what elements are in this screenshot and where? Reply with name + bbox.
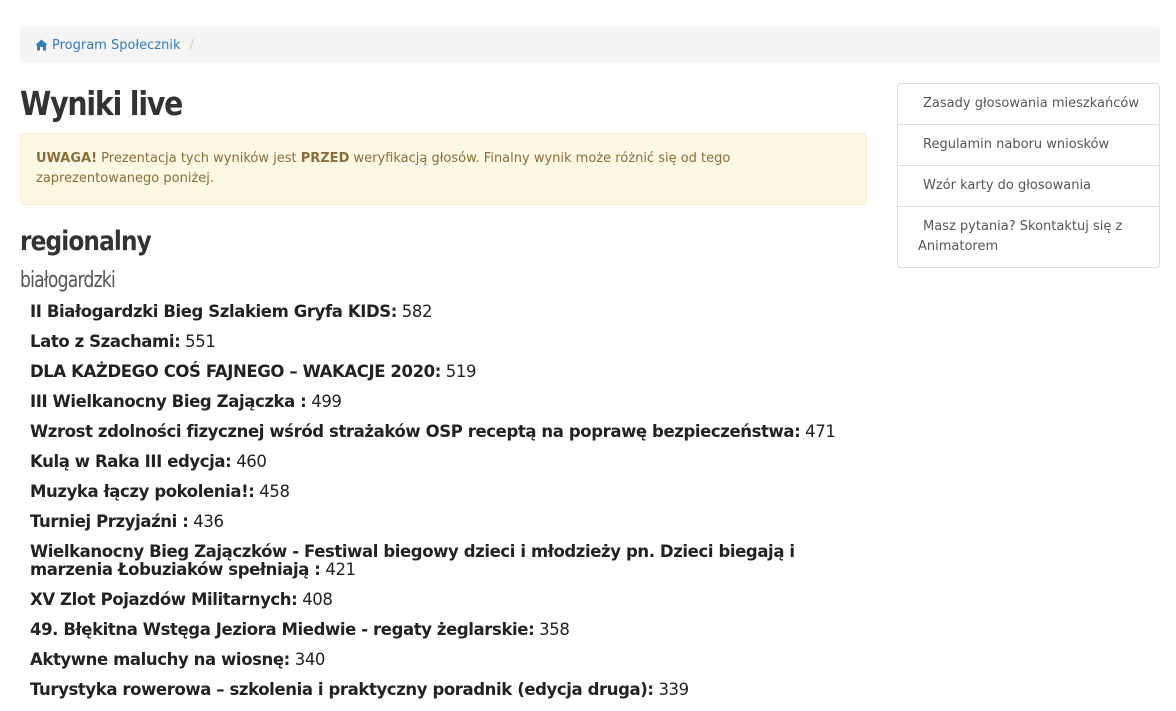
- result-item: Turniej Przyjaźni : 436: [30, 513, 867, 531]
- sidebar-item-regulamin[interactable]: Regulamin naboru wniosków: [898, 125, 1159, 166]
- results-list: II Białogardzki Bieg Szlakiem Gryfa KIDS…: [30, 303, 867, 711]
- result-name: Aktywne maluchy na wiosnę:: [30, 650, 290, 669]
- alert-text-1: Prezentacja tych wyników jest: [97, 151, 301, 166]
- result-votes: 358: [534, 620, 570, 639]
- result-item: III Wielkanocny Bieg Zajączka : 499: [30, 393, 867, 411]
- page-title: Wyniki live: [20, 84, 183, 123]
- result-name: Turystyka rowerowa – szkolenia i praktyc…: [30, 680, 654, 699]
- result-item: Aktywne maluchy na wiosnę: 340: [30, 651, 867, 669]
- result-item: Kulą w Raka III edycja: 460: [30, 453, 867, 471]
- breadcrumb-home-label[interactable]: Program Społecznik: [52, 38, 180, 53]
- result-name: Turniej Przyjaźni :: [30, 512, 189, 531]
- alert-prefix: UWAGA!: [36, 151, 98, 166]
- result-name: Kulą w Raka III edycja:: [30, 452, 232, 471]
- breadcrumb-separator: /: [189, 37, 194, 53]
- sidebar-item-label[interactable]: Regulamin naboru wniosków: [918, 137, 1109, 152]
- sidebar-item-label[interactable]: Masz pytania? Skontaktuj się z Animatore…: [918, 219, 1122, 254]
- result-item: Turystyka rowerowa – szkolenia i praktyc…: [30, 681, 867, 699]
- result-item: Lato z Szachami: 551: [30, 333, 867, 351]
- sidebar-item-kontakt[interactable]: Masz pytania? Skontaktuj się z Animatore…: [898, 207, 1159, 267]
- result-item: Wzrost zdolności fizycznej wśród strażak…: [30, 423, 867, 441]
- result-item: DLA KAŻDEGO COŚ FAJNEGO – WAKACJE 2020: …: [30, 363, 867, 381]
- sidebar-item-label[interactable]: Wzór karty do głosowania: [918, 178, 1091, 193]
- result-name: Muzyka łączy pokolenia!:: [30, 482, 255, 501]
- home-icon: [35, 39, 48, 51]
- warning-alert: UWAGA! Prezentacja tych wyników jest PRZ…: [20, 133, 867, 205]
- category-heading: regionalny: [20, 226, 152, 257]
- result-votes: 551: [180, 332, 216, 351]
- result-votes: 408: [297, 590, 333, 609]
- result-item: II Białogardzki Bieg Szlakiem Gryfa KIDS…: [30, 303, 867, 321]
- result-name: DLA KAŻDEGO COŚ FAJNEGO – WAKACJE 2020:: [30, 362, 441, 381]
- result-item: XV Zlot Pojazdów Militarnych: 408: [30, 591, 867, 609]
- result-item: Wielkanocny Bieg Zajączków - Festiwal bi…: [30, 543, 867, 579]
- sidebar-menu: Zasady głosowania mieszkańców Regulamin …: [897, 83, 1160, 268]
- result-votes: 436: [188, 512, 224, 531]
- result-votes: 499: [306, 392, 342, 411]
- result-item: Muzyka łączy pokolenia!: 458: [30, 483, 867, 501]
- result-votes: 460: [231, 452, 267, 471]
- alert-emphasis: PRZED: [300, 151, 350, 166]
- result-name: Wzrost zdolności fizycznej wśród strażak…: [30, 422, 801, 441]
- result-item: 49. Błękitna Wstęga Jeziora Miedwie - re…: [30, 621, 867, 639]
- breadcrumb-home-link[interactable]: Program Społecznik: [35, 38, 180, 53]
- sidebar-item-wzor-karty[interactable]: Wzór karty do głosowania: [898, 166, 1159, 207]
- result-name: Wielkanocny Bieg Zajączków - Festiwal bi…: [30, 542, 795, 579]
- result-votes: 458: [254, 482, 290, 501]
- result-name: III Wielkanocny Bieg Zajączka :: [30, 392, 307, 411]
- breadcrumb: Program Społecznik /: [20, 27, 1160, 63]
- sidebar-item-label[interactable]: Zasady głosowania mieszkańców: [918, 96, 1139, 111]
- result-votes: 582: [396, 302, 433, 321]
- result-votes: 471: [800, 422, 836, 441]
- result-votes: 421: [320, 560, 356, 579]
- subcategory-heading: białogardzki: [20, 268, 116, 293]
- result-votes: 519: [440, 362, 477, 381]
- sidebar-item-zasady[interactable]: Zasady głosowania mieszkańców: [898, 84, 1159, 125]
- result-name: 49. Błękitna Wstęga Jeziora Miedwie - re…: [30, 620, 535, 639]
- result-name: Lato z Szachami:: [30, 332, 181, 351]
- result-votes: 339: [653, 680, 689, 699]
- result-name: XV Zlot Pojazdów Militarnych:: [30, 590, 298, 609]
- result-votes: 340: [289, 650, 326, 669]
- result-name: II Białogardzki Bieg Szlakiem Gryfa KIDS…: [30, 302, 397, 321]
